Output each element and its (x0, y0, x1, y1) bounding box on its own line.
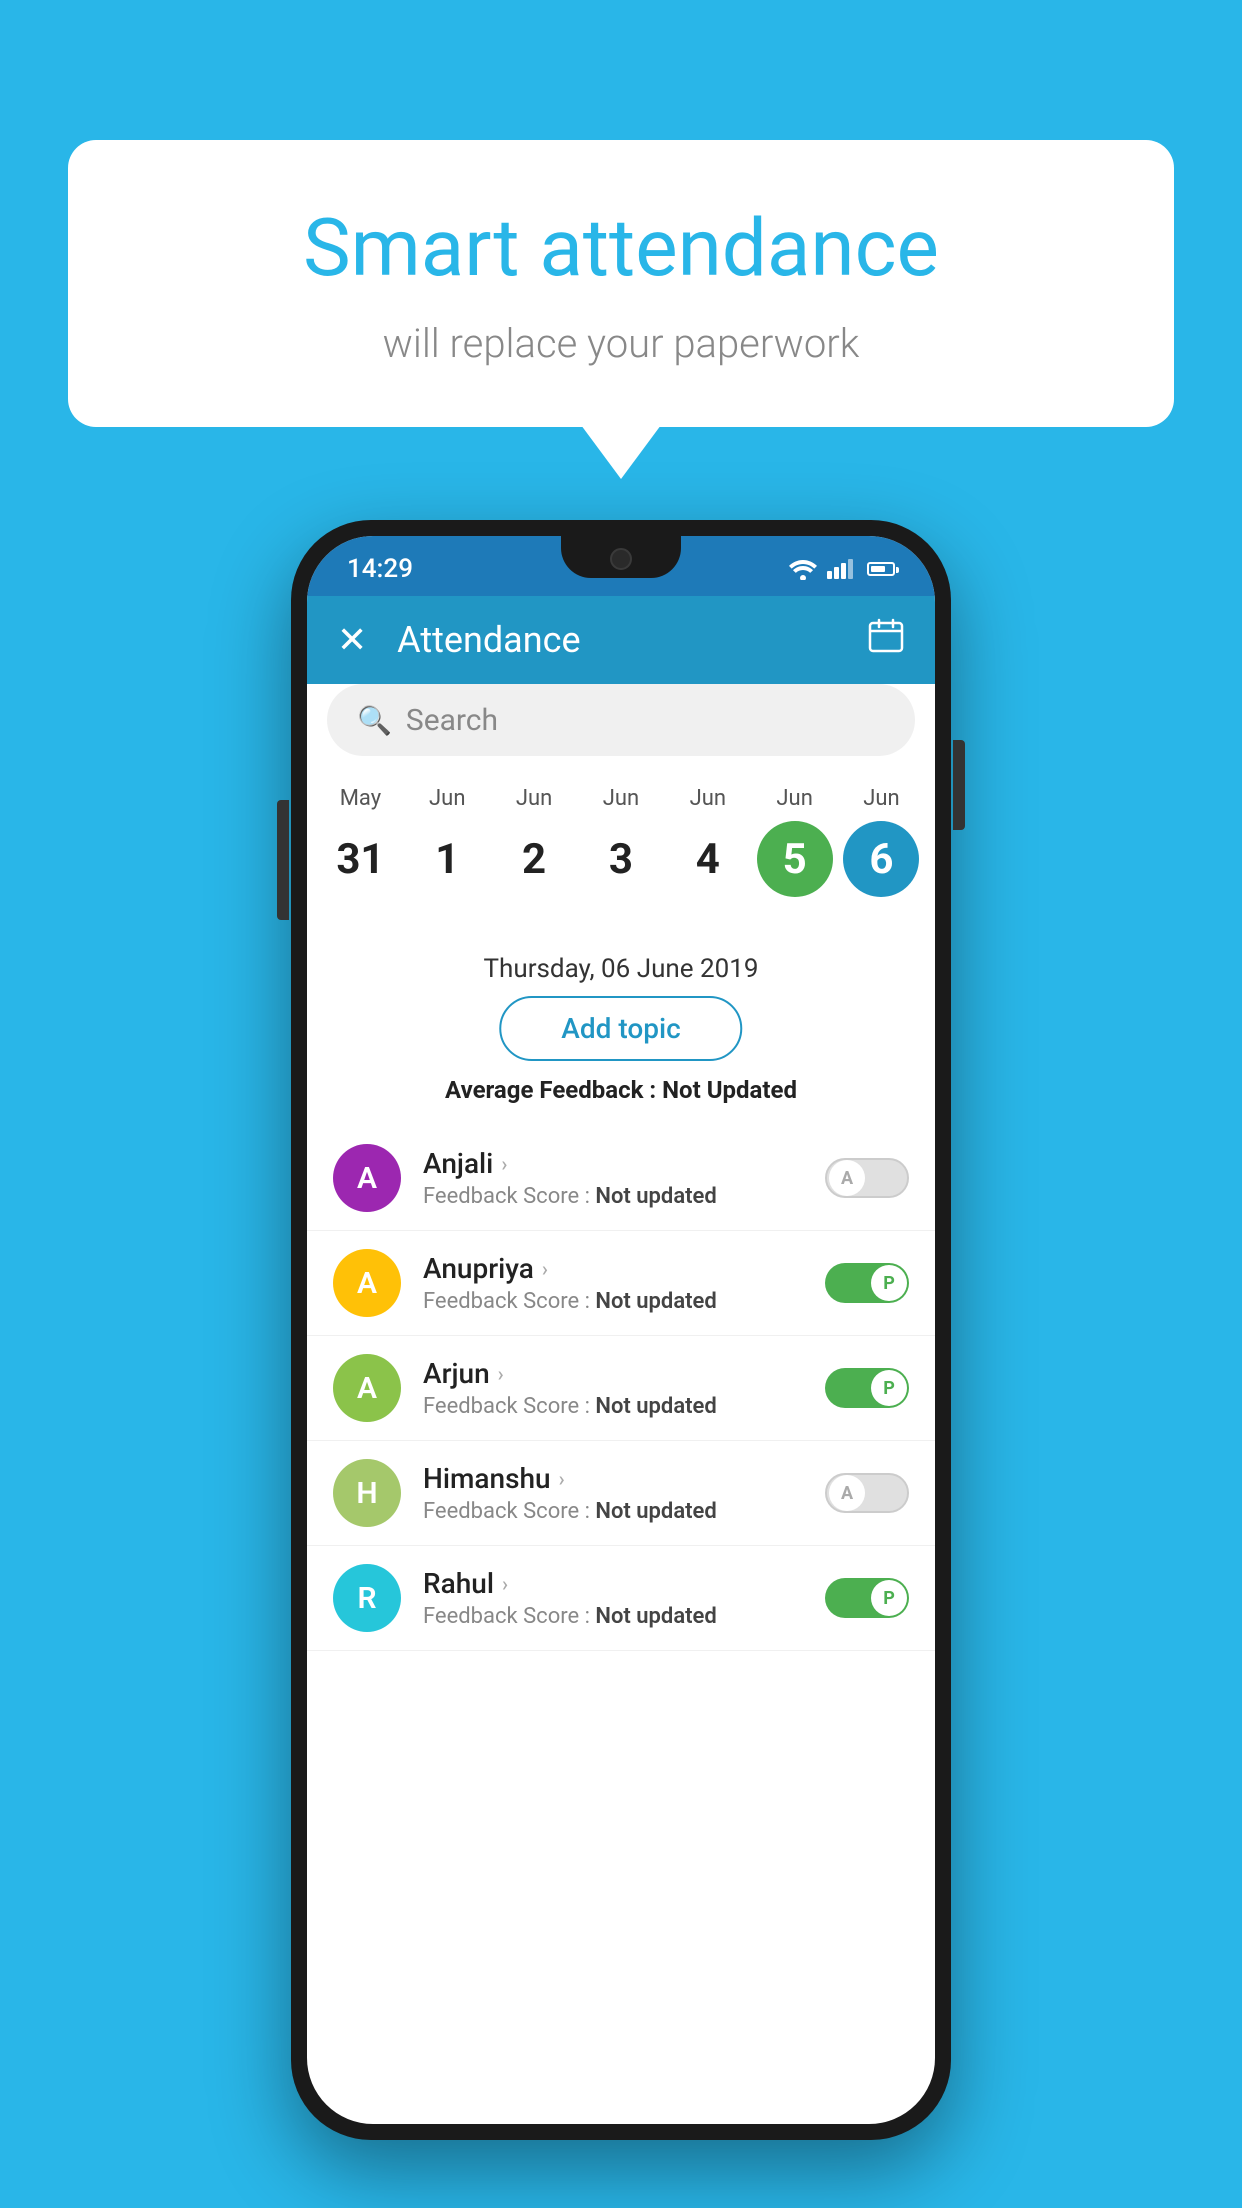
avg-feedback: Average Feedback : Not Updated (307, 1076, 935, 1104)
cal-day-num[interactable]: 3 (583, 821, 659, 897)
student-feedback: Feedback Score : Not updated (423, 1184, 803, 1209)
student-name: Arjun › (423, 1357, 803, 1390)
chevron-right-icon: › (498, 1362, 504, 1386)
list-item[interactable]: H Himanshu › Feedback Score : Not updated A (307, 1441, 935, 1546)
student-info: Rahul › Feedback Score : Not updated (423, 1567, 803, 1629)
student-info: Anjali › Feedback Score : Not updated (423, 1147, 803, 1209)
bubble-subtitle: will replace your paperwork (148, 320, 1094, 367)
speech-bubble: Smart attendance will replace your paper… (68, 140, 1174, 427)
speech-bubble-container: Smart attendance will replace your paper… (68, 140, 1174, 427)
battery-icon (867, 562, 895, 576)
list-item[interactable]: A Anupriya › Feedback Score : Not updated P (307, 1231, 935, 1336)
chevron-right-icon: › (501, 1152, 507, 1176)
cal-month-label: Jun (429, 786, 465, 811)
cal-day-num[interactable]: 5 (757, 821, 833, 897)
avg-feedback-label: Average Feedback : (445, 1076, 656, 1104)
cal-day-num[interactable]: 6 (843, 821, 919, 897)
attendance-toggle[interactable]: P (825, 1578, 909, 1618)
phone-outer: 14:29 (291, 520, 951, 2140)
search-icon: 🔍 (357, 704, 392, 737)
cal-month-label: Jun (516, 786, 552, 811)
toggle-knob: P (871, 1580, 907, 1616)
student-info: Himanshu › Feedback Score : Not updated (423, 1462, 803, 1524)
cal-month-label: Jun (603, 786, 639, 811)
toggle-knob: A (829, 1160, 865, 1196)
chevron-right-icon: › (502, 1572, 508, 1596)
calendar-day-1[interactable]: Jun 1 (409, 786, 485, 897)
toggle-knob: P (871, 1370, 907, 1406)
bubble-title: Smart attendance (148, 200, 1094, 296)
calendar-day-4[interactable]: Jun 4 (670, 786, 746, 897)
student-name: Anupriya › (423, 1252, 803, 1285)
toggle-knob: A (829, 1475, 865, 1511)
calendar-row: May 31 Jun 1 Jun 2 Jun 3 Jun 4 Jun 5 Jun 6 (307, 776, 935, 897)
student-name: Rahul › (423, 1567, 803, 1600)
calendar-day-6[interactable]: Jun 6 (843, 786, 919, 897)
calendar-day-31[interactable]: May 31 (322, 786, 398, 897)
chevron-right-icon: › (542, 1257, 548, 1281)
cal-day-num[interactable]: 4 (670, 821, 746, 897)
toggle-knob: P (871, 1265, 907, 1301)
calendar-icon[interactable] (867, 617, 905, 663)
cal-month-label: Jun (776, 786, 812, 811)
attendance-toggle[interactable]: A (825, 1158, 909, 1198)
selected-date-label: Thursday, 06 June 2019 (307, 954, 935, 984)
notch (561, 536, 681, 578)
student-info: Arjun › Feedback Score : Not updated (423, 1357, 803, 1419)
attendance-toggle[interactable]: P (825, 1368, 909, 1408)
student-feedback: Feedback Score : Not updated (423, 1604, 803, 1629)
close-button[interactable]: ✕ (337, 619, 367, 661)
app-header: ✕ Attendance (307, 596, 935, 684)
list-item[interactable]: R Rahul › Feedback Score : Not updated P (307, 1546, 935, 1651)
attendance-toggle[interactable]: P (825, 1263, 909, 1303)
status-icons (789, 552, 895, 580)
list-item[interactable]: A Anjali › Feedback Score : Not updated A (307, 1126, 935, 1231)
student-list: AAnjali ›Feedback Score : Not updatedAAA… (307, 1126, 935, 2124)
attendance-toggle[interactable]: A (825, 1473, 909, 1513)
phone-screen: 14:29 (307, 536, 935, 2124)
search-placeholder: Search (406, 703, 498, 738)
cal-day-num[interactable]: 1 (409, 821, 485, 897)
student-info: Anupriya › Feedback Score : Not updated (423, 1252, 803, 1314)
student-name: Himanshu › (423, 1462, 803, 1495)
calendar-day-5[interactable]: Jun 5 (757, 786, 833, 897)
calendar-day-2[interactable]: Jun 2 (496, 786, 572, 897)
calendar-day-3[interactable]: Jun 3 (583, 786, 659, 897)
student-feedback: Feedback Score : Not updated (423, 1289, 803, 1314)
cal-month-label: Jun (690, 786, 726, 811)
student-feedback: Feedback Score : Not updated (423, 1394, 803, 1419)
list-item[interactable]: A Arjun › Feedback Score : Not updated P (307, 1336, 935, 1441)
student-name: Anjali › (423, 1147, 803, 1180)
add-topic-button[interactable]: Add topic (499, 996, 742, 1061)
status-time: 14:29 (347, 548, 413, 584)
wifi-icon (789, 558, 817, 580)
cal-month-label: Jun (863, 786, 899, 811)
student-feedback: Feedback Score : Not updated (423, 1499, 803, 1524)
header-title: Attendance (397, 619, 867, 661)
avatar: A (333, 1144, 401, 1212)
avatar: H (333, 1459, 401, 1527)
search-bar[interactable]: 🔍 Search (327, 684, 915, 756)
avg-feedback-value: Not Updated (662, 1076, 797, 1104)
chevron-right-icon: › (559, 1467, 565, 1491)
cal-day-num[interactable]: 2 (496, 821, 572, 897)
cal-month-label: May (340, 786, 381, 811)
avatar: A (333, 1354, 401, 1422)
avatar: A (333, 1249, 401, 1317)
camera (610, 548, 632, 570)
phone-wrapper: 14:29 (291, 520, 951, 2140)
cal-day-num[interactable]: 31 (322, 821, 398, 897)
signal-icon (827, 559, 853, 579)
avatar: R (333, 1564, 401, 1632)
